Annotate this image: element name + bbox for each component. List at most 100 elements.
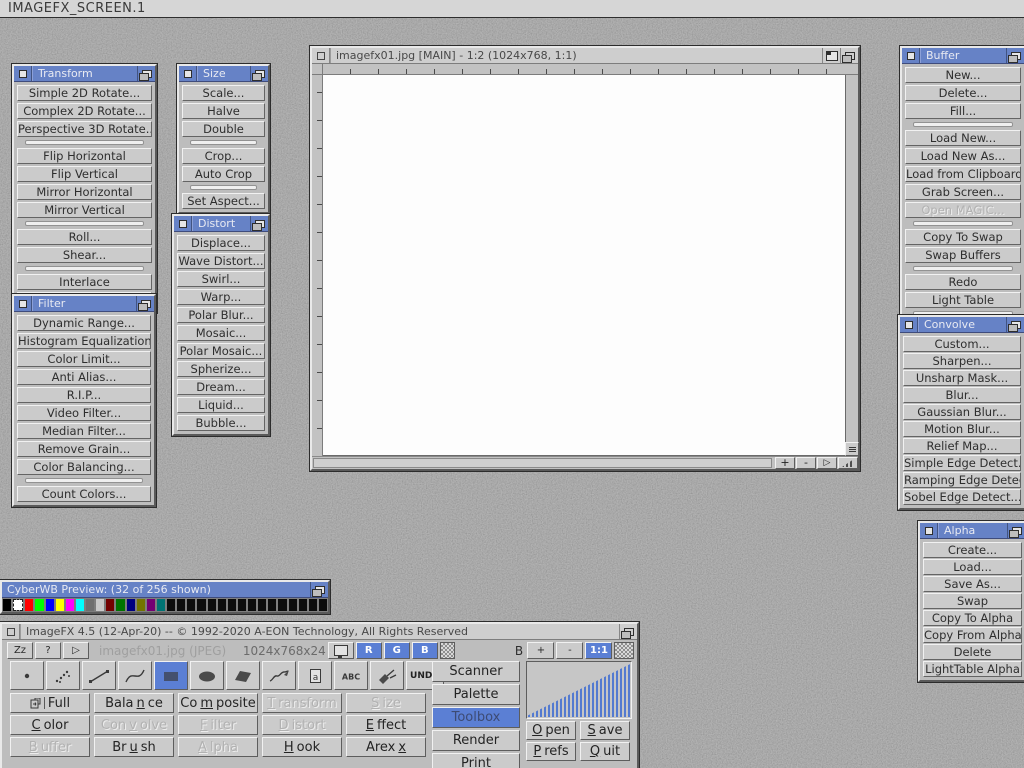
- arexx-button[interactable]: Arexx: [346, 737, 426, 757]
- menu-button[interactable]: Color Limit...: [17, 351, 151, 367]
- menu-button[interactable]: Simple Edge Detect...: [903, 455, 1021, 471]
- alpha-titlebar[interactable]: Alpha: [920, 523, 1024, 539]
- menu-button[interactable]: Swirl...: [177, 271, 265, 287]
- menu-button[interactable]: Load...: [923, 559, 1022, 575]
- color-swatch[interactable]: [137, 599, 145, 611]
- monitor-button[interactable]: [328, 642, 354, 659]
- menu-button[interactable]: Copy To Swap: [905, 229, 1021, 245]
- hook-button[interactable]: Hook: [262, 737, 342, 757]
- depth-icon[interactable]: [136, 296, 154, 311]
- menu-button[interactable]: Displace...: [177, 235, 265, 251]
- close-icon[interactable]: [14, 66, 32, 81]
- menu-button[interactable]: Video Filter...: [17, 405, 151, 421]
- imagefx-titlebar[interactable]: ImageFX 4.5 (12-Apr-20) -- © 1992-2020 A…: [2, 624, 637, 640]
- polygon-tool[interactable]: [226, 661, 260, 690]
- menu-button[interactable]: Blur...: [903, 387, 1021, 403]
- menu-button[interactable]: Create...: [923, 542, 1022, 558]
- color-swatch[interactable]: [167, 599, 175, 611]
- pan-arrow-button[interactable]: ▷: [817, 457, 837, 469]
- zoom-plus-button[interactable]: +: [527, 642, 554, 659]
- zoom-gadget-icon[interactable]: [822, 48, 840, 63]
- red-channel-button[interactable]: R: [356, 642, 382, 659]
- point-tool[interactable]: [10, 661, 44, 690]
- color-swatch[interactable]: [35, 599, 43, 611]
- menu-button[interactable]: Double: [182, 121, 265, 137]
- color-swatch[interactable]: [86, 599, 94, 611]
- menu-button[interactable]: Motion Blur...: [903, 421, 1021, 437]
- color-swatch[interactable]: [177, 599, 185, 611]
- close-icon[interactable]: [174, 216, 192, 231]
- menu-button[interactable]: Gaussian Blur...: [903, 404, 1021, 420]
- balance-button[interactable]: Balance: [94, 693, 174, 713]
- menu-button[interactable]: Ramping Edge Detect: [903, 472, 1021, 488]
- menu-button[interactable]: Redo: [905, 274, 1021, 290]
- menu-button[interactable]: Load New As...: [905, 148, 1021, 164]
- menu-button[interactable]: Delete...: [905, 85, 1021, 101]
- transform-titlebar[interactable]: Transform: [14, 66, 155, 82]
- menu-button[interactable]: Light Table: [905, 292, 1021, 308]
- depth-icon[interactable]: [1006, 317, 1024, 332]
- menu-button[interactable]: Flip Vertical: [17, 166, 152, 182]
- color-swatch[interactable]: [56, 599, 64, 611]
- color-swatch[interactable]: [25, 599, 33, 611]
- menu-button[interactable]: Warp...: [177, 289, 265, 305]
- buffer-titlebar[interactable]: Buffer: [902, 48, 1024, 64]
- horizontal-scroll-track[interactable]: [313, 458, 772, 468]
- menu-button[interactable]: Unsharp Mask...: [903, 370, 1021, 386]
- menu-button[interactable]: Copy From Alpha: [923, 627, 1022, 643]
- screen-titlebar[interactable]: IMAGEFX_SCREEN.1: [0, 0, 1024, 18]
- menu-button[interactable]: Spherize...: [177, 361, 265, 377]
- help-button[interactable]: ?: [35, 642, 61, 659]
- color-swatch[interactable]: [238, 599, 246, 611]
- close-icon[interactable]: [14, 296, 32, 311]
- palette-button[interactable]: Palette: [432, 684, 520, 705]
- menu-button[interactable]: Color Balancing...: [17, 459, 151, 475]
- play-button[interactable]: ▷: [63, 642, 89, 659]
- image-canvas[interactable]: [323, 75, 846, 456]
- color-swatch[interactable]: [258, 599, 266, 611]
- text-tool[interactable]: ABC: [334, 661, 368, 690]
- menu-button[interactable]: Simple 2D Rotate...: [17, 85, 152, 101]
- menu-button[interactable]: Mirror Vertical: [17, 202, 152, 218]
- menu-button[interactable]: Relief Map...: [903, 438, 1021, 454]
- menu-button[interactable]: Median Filter...: [17, 423, 151, 439]
- color-swatch[interactable]: [116, 599, 124, 611]
- menu-button[interactable]: Save As...: [923, 576, 1022, 592]
- menu-button[interactable]: LightTable Alpha: [923, 661, 1022, 677]
- menu-button[interactable]: Dynamic Range...: [17, 315, 151, 331]
- menu-button[interactable]: Copy To Alpha: [923, 610, 1022, 626]
- color-swatch[interactable]: [46, 599, 54, 611]
- menu-button[interactable]: R.I.P...: [17, 387, 151, 403]
- vertical-scroll-track[interactable]: [846, 75, 858, 456]
- menu-button[interactable]: Polar Mosaic...: [177, 343, 265, 359]
- menu-button[interactable]: Delete: [923, 644, 1022, 660]
- menu-button[interactable]: Halve: [182, 103, 265, 119]
- render-button[interactable]: Render: [432, 730, 520, 751]
- oval-tool[interactable]: [190, 661, 224, 690]
- color-swatch[interactable]: [76, 599, 84, 611]
- open-button[interactable]: Open: [526, 721, 576, 740]
- size-titlebar[interactable]: Size: [179, 66, 268, 82]
- depth-icon[interactable]: [1006, 48, 1024, 63]
- menu-button[interactable]: Custom...: [903, 336, 1021, 352]
- effect-button[interactable]: Effect: [346, 715, 426, 735]
- composite-button[interactable]: Composite: [178, 693, 258, 713]
- depth-icon[interactable]: [619, 624, 637, 639]
- menu-button[interactable]: Flip Horizontal: [17, 148, 152, 164]
- color-swatch[interactable]: [319, 599, 327, 611]
- print-button[interactable]: Print: [432, 753, 520, 768]
- zz-sleep-button[interactable]: Zz: [7, 642, 33, 659]
- menu-button[interactable]: Fill...: [905, 103, 1021, 119]
- color-swatch[interactable]: [208, 599, 216, 611]
- close-icon[interactable]: [179, 66, 197, 81]
- depth-icon[interactable]: [250, 216, 268, 231]
- clipboard-tool[interactable]: a: [298, 661, 332, 690]
- curve-tool[interactable]: [118, 661, 152, 690]
- menu-button[interactable]: Mirror Horizontal: [17, 184, 152, 200]
- color-swatch[interactable]: [187, 599, 195, 611]
- menu-button[interactable]: Roll...: [17, 229, 152, 245]
- preview-titlebar[interactable]: CyberWB Preview: (32 of 256 shown): [2, 582, 328, 598]
- color-swatch[interactable]: [157, 599, 165, 611]
- menu-button[interactable]: Sobel Edge Detect...: [903, 489, 1021, 505]
- menu-button[interactable]: Liquid...: [177, 397, 265, 413]
